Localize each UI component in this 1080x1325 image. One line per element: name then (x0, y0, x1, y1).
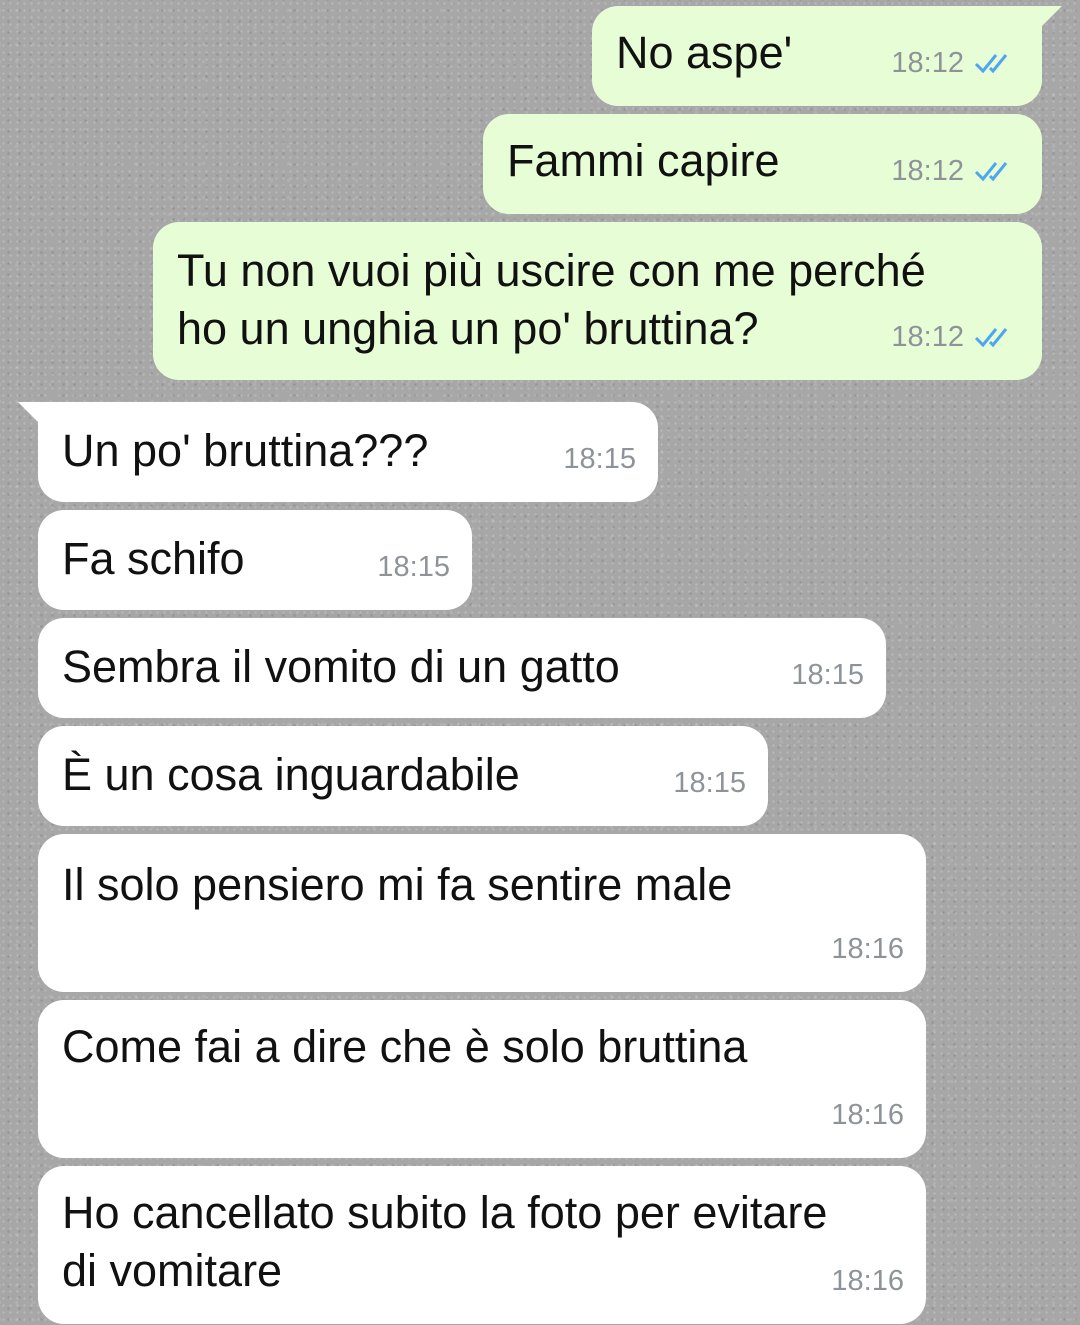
message-meta: 18:16 (831, 1086, 904, 1144)
message-time: 18:16 (831, 1099, 904, 1131)
message-meta: 18:12 (891, 308, 1020, 366)
message-text: Fammi capire (507, 135, 780, 186)
message-meta: 18:12 (891, 34, 1020, 92)
message-text: È un cosa inguardabile (62, 749, 520, 800)
message-time: 18:15 (673, 767, 746, 799)
message-meta: 18:15 (563, 430, 636, 488)
message-meta: 18:15 (791, 646, 864, 704)
message-bubble-outgoing[interactable]: Fammi capire 18:12 (483, 114, 1042, 214)
message-text: Il solo pensiero mi fa sentire male (62, 859, 733, 910)
message-bubble-incoming[interactable]: Un po' bruttina??? 18:15 (18, 402, 658, 502)
message-text: Tu non vuoi più uscire con me perché ho … (177, 245, 926, 354)
message-bubble-outgoing[interactable]: Tu non vuoi più uscire con me perché ho … (153, 222, 1042, 380)
message-bubble-incoming[interactable]: È un cosa inguardabile 18:15 (38, 726, 768, 826)
bubble-tail (18, 402, 40, 424)
message-bubble-incoming[interactable]: Il solo pensiero mi fa sentire male 18:1… (38, 834, 926, 992)
message-bubble-incoming[interactable]: Come fai a dire che è solo bruttina 18:1… (38, 1000, 926, 1158)
message-time: 18:12 (891, 155, 964, 187)
message-text: No aspe' (616, 27, 793, 78)
message-time: 18:16 (831, 933, 904, 965)
message-bubble-incoming[interactable]: Ho cancellato subito la foto per evitare… (38, 1166, 926, 1324)
message-bubble-outgoing[interactable]: No aspe' 18:12 (592, 6, 1062, 106)
bubble-tail (1040, 6, 1062, 28)
message-time: 18:12 (891, 321, 964, 353)
message-text: Come fai a dire che è solo bruttina (62, 1021, 748, 1072)
message-text: Ho cancellato subito la foto per evitare… (62, 1187, 828, 1296)
message-meta: 18:15 (673, 754, 746, 812)
message-meta: 18:16 (831, 920, 904, 978)
double-check-read-icon (974, 328, 1008, 348)
message-time: 18:16 (831, 1265, 904, 1297)
message-bubble-incoming[interactable]: Fa schifo 18:15 (38, 510, 472, 610)
message-meta: 18:16 (831, 1252, 904, 1310)
double-check-read-icon (974, 162, 1008, 182)
message-text: Un po' bruttina??? (62, 425, 429, 476)
message-meta: 18:15 (377, 538, 450, 596)
message-time: 18:15 (791, 659, 864, 691)
message-time: 18:15 (563, 443, 636, 475)
message-text: Fa schifo (62, 533, 245, 584)
message-text: Sembra il vomito di un gatto (62, 641, 620, 692)
message-meta: 18:12 (891, 142, 1020, 200)
message-time: 18:15 (377, 551, 450, 583)
message-time: 18:12 (891, 47, 964, 79)
message-bubble-incoming[interactable]: Sembra il vomito di un gatto 18:15 (38, 618, 886, 718)
double-check-read-icon (974, 54, 1008, 74)
